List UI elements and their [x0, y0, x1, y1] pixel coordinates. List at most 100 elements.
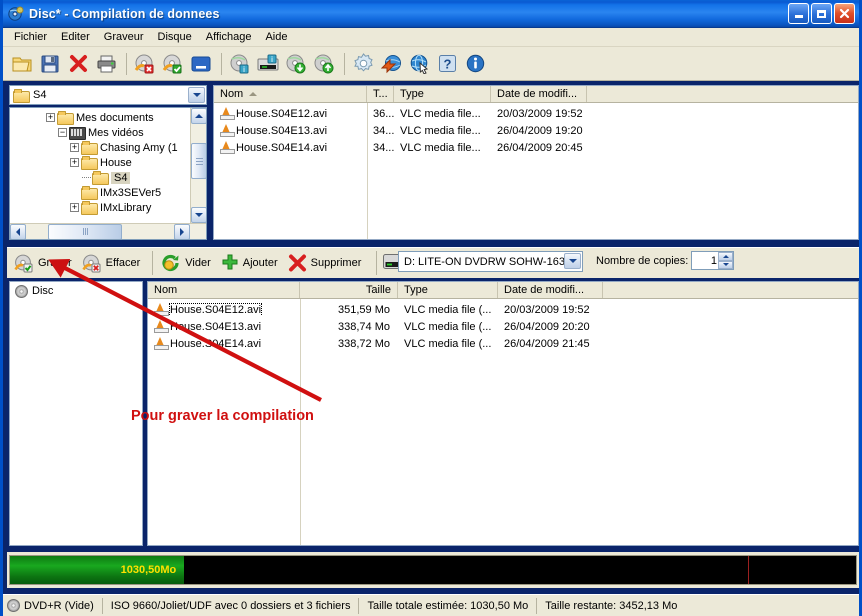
- menu-item-disque[interactable]: Disque: [151, 29, 199, 45]
- tree-horizontal-scrollbar[interactable]: [10, 223, 206, 239]
- tree-node-mes-videos[interactable]: − Mes vidéos: [10, 125, 191, 140]
- stepper-down-button[interactable]: [718, 260, 733, 269]
- scroll-down-button[interactable]: [191, 207, 206, 223]
- capacity-meter-wrap: 1030,50Mo: [7, 552, 859, 588]
- disc-root-node[interactable]: Disc: [10, 282, 142, 300]
- scroll-left-button[interactable]: [10, 223, 26, 239]
- expander-plus-icon[interactable]: +: [70, 158, 79, 167]
- settings-button[interactable]: [350, 51, 376, 77]
- export-button[interactable]: [311, 51, 337, 77]
- tree-node-imx3sever5[interactable]: IMx3SEVer5: [10, 185, 191, 200]
- cell-type: VLC media file (...: [404, 303, 492, 316]
- column-header-date[interactable]: Date de modifi...: [498, 282, 603, 298]
- column-header-extra[interactable]: [587, 86, 647, 102]
- window-controls: [788, 3, 855, 24]
- supprimer-button[interactable]: Supprimer: [285, 251, 369, 276]
- capacity-used-fill: 1030,50Mo: [10, 556, 185, 584]
- expander-plus-icon[interactable]: +: [46, 113, 55, 122]
- menu-item-editer[interactable]: Editer: [54, 29, 97, 45]
- website-button[interactable]: [406, 51, 432, 77]
- menu-item-graveur[interactable]: Graveur: [97, 29, 151, 45]
- menu-bar: Fichier Editer Graveur Disque Affichage …: [3, 28, 859, 47]
- disc-icon: [7, 599, 20, 612]
- status-media: DVD+R (Vide): [3, 597, 103, 614]
- chevron-down-icon[interactable]: [564, 253, 581, 269]
- column-label: Date de modifi...: [497, 88, 578, 100]
- about-button[interactable]: [462, 51, 488, 77]
- file-browser-list[interactable]: Nom T... Type Date de modifi... House.S0…: [213, 85, 859, 240]
- tree-node-label: House: [100, 156, 132, 169]
- expander-minus-icon[interactable]: −: [58, 128, 67, 137]
- column-header-type[interactable]: Type: [398, 282, 498, 298]
- chevron-down-icon[interactable]: [188, 87, 205, 103]
- vider-button[interactable]: Vider: [158, 251, 217, 276]
- column-header-nom[interactable]: Nom: [148, 282, 300, 298]
- collapse-button[interactable]: [188, 51, 214, 77]
- expander-plus-icon[interactable]: +: [70, 203, 79, 212]
- ajouter-button[interactable]: Ajouter: [218, 251, 285, 276]
- close-button[interactable]: [834, 3, 855, 24]
- tree-node-house[interactable]: + House: [10, 155, 191, 170]
- expander-plus-icon[interactable]: +: [70, 143, 79, 152]
- drive-info-button[interactable]: i: [255, 51, 281, 77]
- cell-date: 26/04/2009 19:20: [497, 124, 583, 137]
- effacer-button[interactable]: Effacer: [79, 251, 148, 276]
- drive-select[interactable]: D: LITE-ON DVDRW SOHW-1633: [398, 251, 583, 272]
- tree-node-imxlibrary[interactable]: + IMxLibrary: [10, 200, 191, 215]
- menu-item-affichage[interactable]: Affichage: [199, 29, 259, 45]
- menu-item-aide[interactable]: Aide: [258, 29, 294, 45]
- minimize-button[interactable]: [788, 3, 809, 24]
- quantity-stepper[interactable]: [718, 252, 733, 269]
- table-row[interactable]: House.S04E12.avi 36... VLC media file...…: [214, 105, 858, 122]
- column-header-date[interactable]: Date de modifi...: [491, 86, 587, 102]
- help-button[interactable]: ?: [434, 51, 460, 77]
- folder-tree-panel[interactable]: + Mes documents − Mes vidéos + Chasing A…: [9, 107, 207, 240]
- disc-icon: [15, 284, 28, 298]
- table-row[interactable]: House.S04E13.avi 34... VLC media file...…: [214, 122, 858, 139]
- cell-name: House.S04E14.avi: [214, 141, 367, 154]
- table-row[interactable]: House.S04E14.avi 338,72 Mo VLC media fil…: [148, 335, 858, 352]
- save-button[interactable]: [37, 51, 63, 77]
- toolbar-separator: [344, 52, 345, 75]
- scroll-right-button[interactable]: [174, 223, 190, 239]
- tree-node-s4[interactable]: S4: [10, 170, 191, 185]
- column-header-type[interactable]: Type: [394, 86, 491, 102]
- burn-disc-button[interactable]: [160, 51, 186, 77]
- erase-disc-button[interactable]: [132, 51, 158, 77]
- tree-vertical-scrollbar[interactable]: [190, 108, 206, 223]
- cell-name: House.S04E12.avi: [148, 303, 300, 316]
- scrollbar-thumb[interactable]: [191, 143, 206, 179]
- maximize-button[interactable]: [811, 3, 832, 24]
- cell-type: VLC media file...: [400, 107, 481, 120]
- status-remaining-size: Taille restante: 3452,13 Mo: [545, 599, 678, 612]
- import-button[interactable]: [283, 51, 309, 77]
- cell-type: VLC media file (...: [404, 320, 492, 333]
- disc-tree-panel[interactable]: Disc: [9, 281, 143, 546]
- tree-node-chasing-amy[interactable]: + Chasing Amy (1: [10, 140, 191, 155]
- copies-input[interactable]: 1: [691, 251, 734, 270]
- file-name: House.S04E12.avi: [168, 303, 263, 316]
- stepper-up-button[interactable]: [718, 252, 733, 261]
- table-row[interactable]: House.S04E13.avi 338,74 Mo VLC media fil…: [148, 318, 858, 335]
- cell-date: 26/04/2009 20:45: [497, 141, 583, 154]
- column-header-taille[interactable]: Taille: [300, 282, 398, 298]
- cell-date: 26/04/2009 20:20: [504, 320, 590, 333]
- scroll-up-button[interactable]: [191, 108, 206, 124]
- menu-item-fichier[interactable]: Fichier: [7, 29, 54, 45]
- column-label: Taille: [365, 284, 391, 296]
- open-button[interactable]: [9, 51, 35, 77]
- print-button[interactable]: [93, 51, 119, 77]
- column-header-nom[interactable]: Nom: [214, 86, 367, 102]
- update-button[interactable]: [378, 51, 404, 77]
- delete-button[interactable]: [65, 51, 91, 77]
- table-row[interactable]: House.S04E14.avi 34... VLC media file...…: [214, 139, 858, 156]
- current-folder-combo[interactable]: S4: [9, 85, 207, 105]
- scrollbar-thumb[interactable]: [48, 223, 122, 239]
- disc-info-button[interactable]: i: [227, 51, 253, 77]
- file-browser-header: Nom T... Type Date de modifi...: [214, 86, 858, 103]
- column-header-extra[interactable]: [603, 282, 658, 298]
- table-row[interactable]: House.S04E12.avi 351,59 Mo VLC media fil…: [148, 301, 858, 318]
- column-header-taille[interactable]: T...: [367, 86, 394, 102]
- tree-node-mes-documents[interactable]: + Mes documents: [10, 110, 191, 125]
- graver-button[interactable]: Graver: [11, 251, 79, 276]
